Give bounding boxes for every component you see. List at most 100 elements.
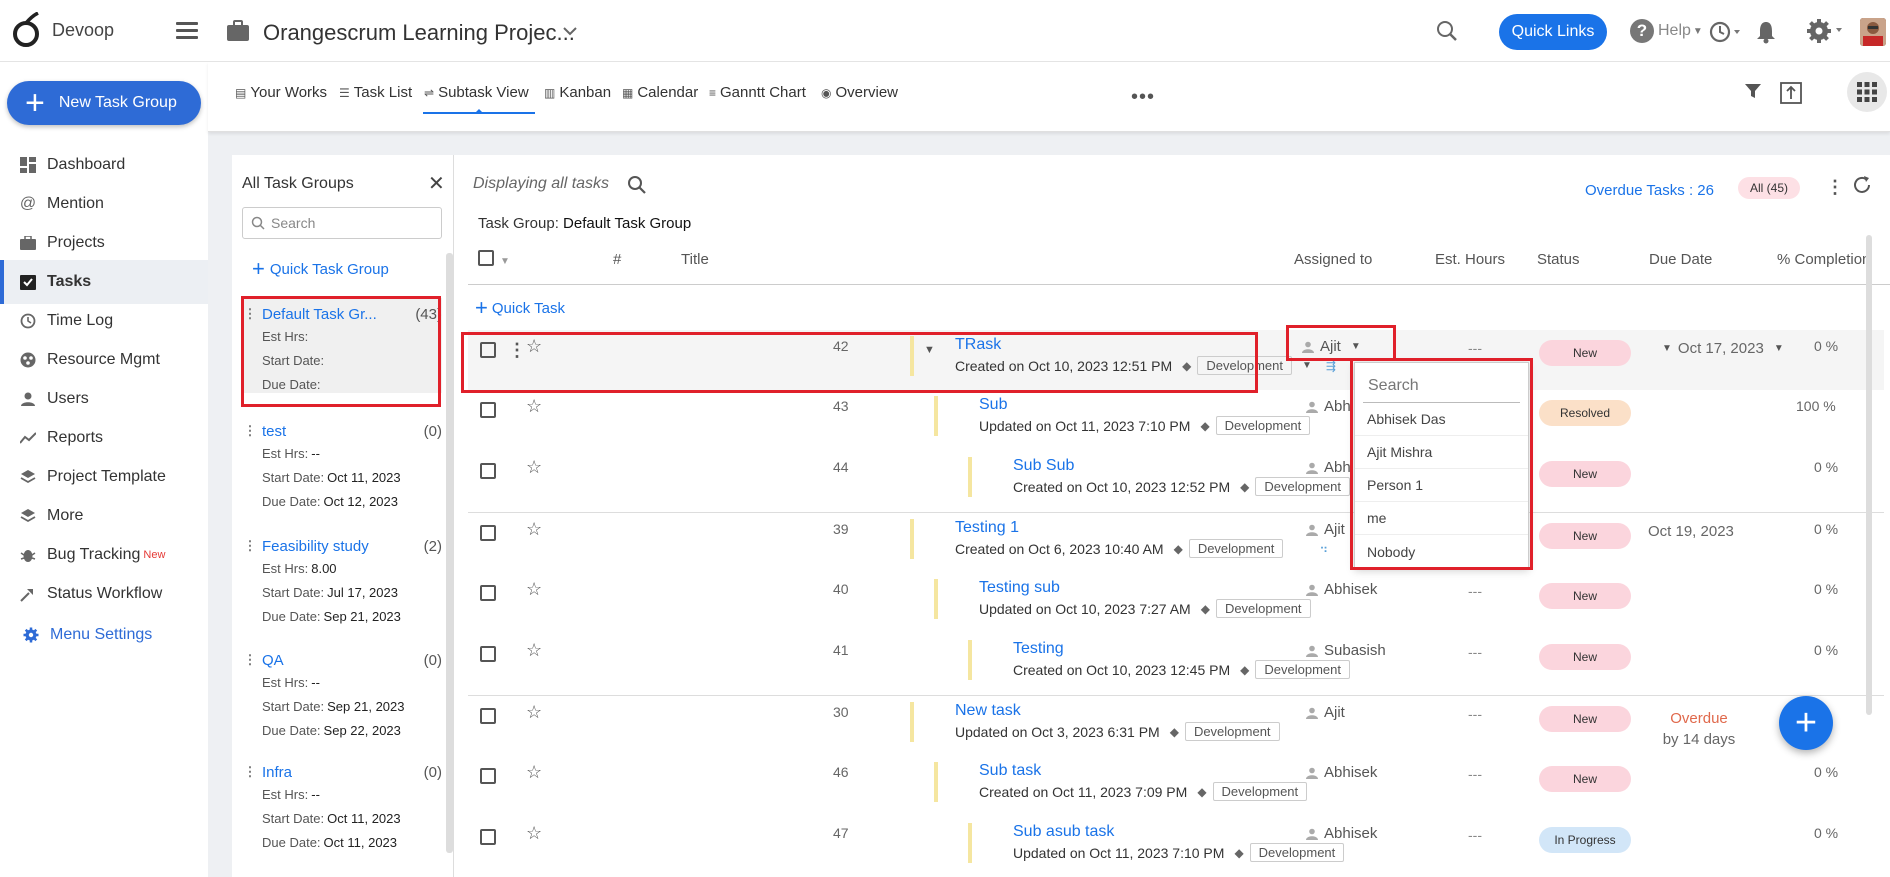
star-icon[interactable]: ☆ [526, 457, 542, 478]
project-title[interactable]: Orangescrum Learning Projec... [263, 20, 575, 46]
kebab-icon[interactable]: ⋮ [242, 764, 258, 780]
search-icon[interactable] [627, 175, 647, 195]
due-date-overdue[interactable]: Overdue by 14 days [1654, 710, 1744, 748]
group-search-input[interactable]: Search [242, 207, 442, 239]
assignee-option[interactable]: Person 1 [1355, 469, 1528, 502]
status-badge[interactable]: New [1539, 644, 1631, 670]
sidebar-item-resource-mgmt[interactable]: Resource Mgmt [0, 338, 208, 382]
group-name[interactable]: Default Task Gr... [262, 306, 411, 323]
due-date[interactable]: Oct 19, 2023 [1648, 523, 1734, 540]
more-views-icon[interactable]: ••• [1131, 86, 1155, 109]
kebab-icon[interactable]: ⋮ [1826, 177, 1844, 198]
status-badge[interactable]: New [1539, 706, 1631, 732]
sidebar-item-dashboard[interactable]: Dashboard [0, 143, 208, 187]
task-title[interactable]: Sub Sub [1013, 457, 1074, 475]
task-title[interactable]: Testing sub [979, 579, 1060, 597]
add-task-fab[interactable]: + [1779, 696, 1833, 750]
task-title[interactable]: Testing [1013, 640, 1064, 658]
quick-task-link[interactable]: + Quick Task [475, 297, 565, 319]
status-badge[interactable]: Resolved [1539, 400, 1631, 426]
assignee-search-input[interactable]: Search [1363, 369, 1520, 403]
select-all-checkbox[interactable] [478, 250, 494, 266]
settings-gear-icon[interactable] [1806, 18, 1844, 44]
chevron-down-icon[interactable]: ▼ [500, 256, 510, 267]
collapse-caret-icon[interactable]: ▼ [924, 344, 935, 356]
kebab-icon[interactable]: ⋮ [508, 340, 526, 361]
status-badge[interactable]: In Progress [1539, 827, 1631, 853]
table-row[interactable]: ☆ 30 New task Updated on Oct 3, 2023 6:3… [468, 695, 1884, 755]
user-avatar[interactable] [1860, 18, 1886, 46]
star-icon[interactable]: ☆ [526, 579, 542, 600]
assignee[interactable]: Abh [1306, 398, 1351, 415]
task-group-qa[interactable]: ⋮ QA (0) Est Hrs: -- Start Date: Sep 21, 202… [242, 650, 443, 742]
due-date[interactable]: ▼ Oct 17, 2023 ▼ [1662, 340, 1784, 357]
status-badge[interactable]: New [1539, 523, 1631, 549]
table-row[interactable]: ☆ 39 Testing 1 Created on Oct 6, 2023 10… [468, 512, 1884, 572]
assignee-dropdown[interactable]: Ajit ▼ [1302, 338, 1361, 355]
sidebar-item-time-log[interactable]: Time Log [0, 299, 208, 343]
filter-icon[interactable] [1744, 82, 1762, 100]
sidebar-item-more[interactable]: More [0, 494, 208, 538]
star-icon[interactable]: ☆ [526, 823, 542, 844]
row-checkbox[interactable] [480, 525, 496, 541]
overdue-tasks-link[interactable]: Overdue Tasks : 26 [1585, 182, 1714, 199]
bell-icon[interactable] [1756, 20, 1776, 44]
task-tag[interactable]: ◆ Development [1200, 416, 1311, 435]
status-badge[interactable]: New [1539, 766, 1631, 792]
assignee[interactable]: Abh [1306, 459, 1351, 476]
task-group-test[interactable]: ⋮ test (0) Est Hrs: -- Start Date: Oct 11, 2… [242, 421, 443, 513]
row-checkbox[interactable] [480, 342, 496, 358]
assignee-option[interactable]: Ajit Mishra [1355, 436, 1528, 469]
assignee[interactable]: Abhisek [1306, 764, 1377, 781]
table-row[interactable]: ☆ 44 Sub Sub Created on Oct 10, 2023 12:… [468, 451, 1884, 511]
tab-gantt-chart[interactable]: ≡ Ganntt Chart [709, 84, 806, 101]
sidebar-item-reports[interactable]: Reports [0, 416, 208, 460]
all-tasks-badge[interactable]: All (45) [1738, 177, 1801, 199]
task-title[interactable]: Sub [979, 396, 1007, 414]
task-title[interactable]: Testing 1 [955, 519, 1019, 537]
task-tag[interactable]: ◆ Development [1182, 356, 1292, 375]
scrollbar[interactable] [446, 253, 453, 853]
status-badge[interactable]: New [1539, 583, 1631, 609]
quick-links-button[interactable]: Quick Links [1499, 14, 1607, 50]
close-icon[interactable]: ✕ [428, 171, 445, 196]
clock-icon[interactable] [1708, 20, 1742, 44]
task-tag[interactable]: ◆ Development [1174, 539, 1284, 558]
row-checkbox[interactable] [480, 402, 496, 418]
sidebar-item-tasks[interactable]: Tasks [0, 260, 208, 304]
kebab-icon[interactable]: ⋮ [242, 652, 258, 668]
table-row[interactable]: ☆ 43 Sub Updated on Oct 11, 2023 7:10 PM… [468, 390, 1884, 450]
group-name[interactable]: QA [262, 652, 420, 669]
status-badge[interactable]: New [1539, 340, 1631, 366]
assignee[interactable]: Abhisek [1306, 581, 1377, 598]
status-badge[interactable]: New [1539, 461, 1631, 487]
kebab-icon[interactable]: ⋮ [242, 538, 258, 554]
subtask-icon[interactable]: ⠲ [1319, 542, 1328, 556]
star-icon[interactable]: ☆ [526, 640, 542, 661]
hamburger-menu-icon[interactable] [176, 22, 198, 40]
row-checkbox[interactable] [480, 585, 496, 601]
task-tag[interactable]: ◆ Development [1170, 722, 1280, 741]
app-logo[interactable]: Devoop [10, 12, 114, 48]
task-tag[interactable]: ◆ Development [1197, 782, 1308, 801]
tab-calendar[interactable]: ▦ Calendar [622, 84, 698, 101]
task-title[interactable]: TRask [955, 336, 1001, 354]
row-checkbox[interactable] [480, 463, 496, 479]
table-row[interactable]: ⋮ ☆ 42 ▼ TRask Created on Oct 10, 2023 1… [468, 330, 1884, 390]
tab-kanban[interactable]: ▥ Kanban [544, 84, 611, 101]
sidebar-item-projects[interactable]: Projects [0, 221, 208, 265]
sidebar-item-users[interactable]: Users [0, 377, 208, 421]
task-title[interactable]: Sub asub task [1013, 823, 1114, 841]
assignee[interactable]: Subasish [1306, 642, 1386, 659]
row-checkbox[interactable] [480, 708, 496, 724]
table-row[interactable]: ☆ 41 Testing Created on Oct 10, 2023 12:… [468, 634, 1884, 694]
chevron-down-icon[interactable]: ▼ [1302, 360, 1312, 371]
table-row[interactable]: ☆ 40 Testing sub Updated on Oct 10, 2023… [468, 573, 1884, 633]
task-group-infra[interactable]: ⋮ Infra (0) Est Hrs: -- Start Date: Oct 11, … [242, 762, 443, 854]
row-checkbox[interactable] [480, 646, 496, 662]
sidebar-item-status-workflow[interactable]: Status Workflow [0, 572, 208, 616]
sidebar-item-project-template[interactable]: Project Template [0, 455, 208, 499]
menu-settings-link[interactable]: Menu Settings [0, 613, 208, 657]
star-icon[interactable]: ☆ [526, 702, 542, 723]
tab-your-works[interactable]: ▤ Your Works [235, 84, 327, 101]
